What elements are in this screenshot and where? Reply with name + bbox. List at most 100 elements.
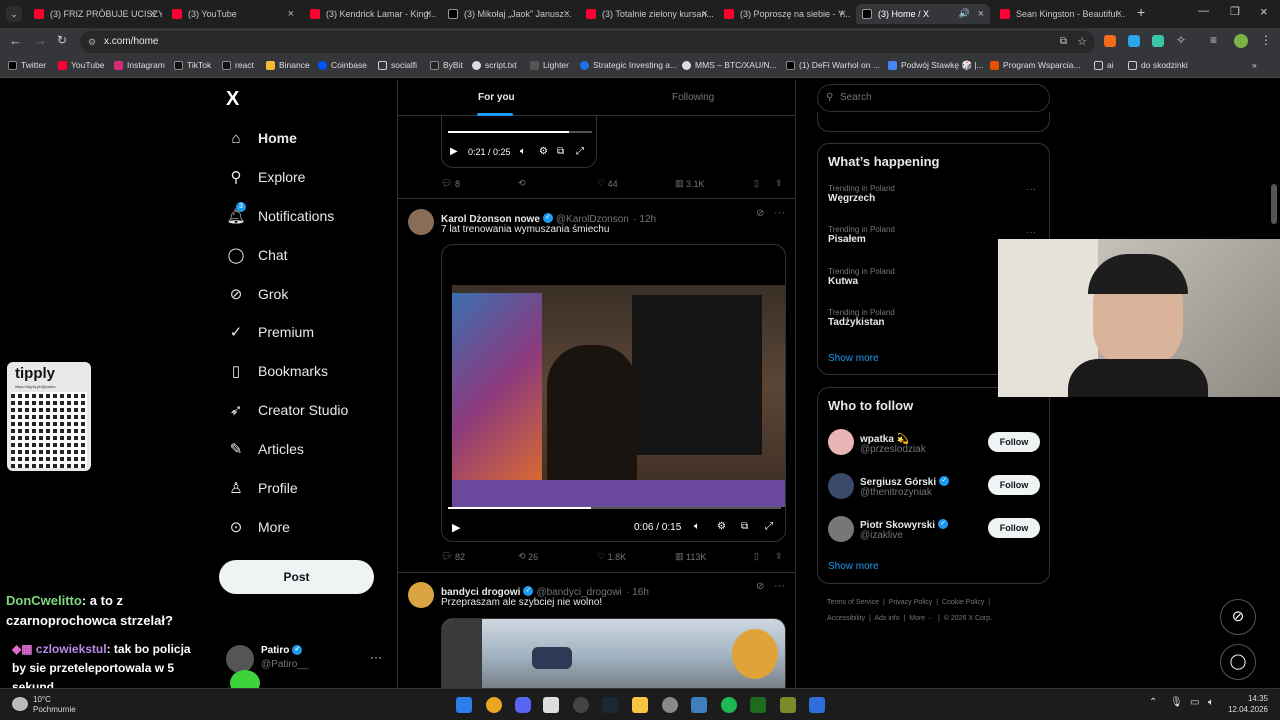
tab-following[interactable]: Following (672, 92, 714, 103)
avatar[interactable] (408, 582, 434, 608)
close-icon[interactable]: × (840, 8, 846, 20)
repost-button[interactable]: ⟲ 26 (518, 551, 538, 562)
tweet-image[interactable] (441, 618, 786, 688)
app-icon[interactable] (543, 697, 559, 713)
bookmark-item[interactable]: Program Wsparcia... (990, 60, 1080, 70)
messages-floating-button[interactable]: ◯ (1220, 644, 1256, 680)
window-close-button[interactable]: × (1260, 4, 1268, 19)
grok-floating-button[interactable]: ⊘ (1220, 599, 1256, 635)
browser-tab-active[interactable]: (3) Home / X 🔊 × (856, 4, 990, 24)
video-progress-track[interactable] (448, 507, 781, 509)
avatar[interactable] (226, 645, 254, 673)
bookmark-folder[interactable]: ai (1094, 60, 1114, 70)
mic-icon[interactable]: 🎙︎ (1170, 697, 1183, 708)
share-button[interactable]: ⇪ (775, 551, 783, 562)
views-button[interactable]: ▥ 113K (675, 551, 706, 562)
show-more-link[interactable]: Show more (828, 561, 879, 572)
tweet-menu-icon[interactable]: ··· (774, 580, 785, 592)
puzzle-icon[interactable]: ✧ (1176, 33, 1186, 47)
sidebar-item-notifications[interactable]: 🔔︎ 3 Notifications (226, 202, 334, 226)
app-icon[interactable] (750, 697, 766, 713)
close-icon[interactable]: × (288, 8, 294, 20)
volume-icon[interactable]: 🔈︎ (694, 521, 700, 532)
menu-list-icon[interactable]: ≡ (1210, 33, 1217, 47)
bookmark-item[interactable]: Instagram (114, 60, 165, 70)
sidebar-item-home[interactable]: ⌂ Home (226, 128, 296, 148)
app-icon[interactable] (809, 697, 825, 713)
clock-time[interactable]: 14:35 (1228, 694, 1268, 703)
browser-tab[interactable]: (3) Totalnie zielony kursan... × (580, 4, 714, 24)
sidebar-item-grok[interactable]: ⊘ Grok (226, 284, 289, 304)
url-bar[interactable]: ⚙ x.com/home ⧉ ☆ (80, 31, 1095, 53)
minimize-button[interactable]: — (1198, 5, 1209, 17)
bookmark-item[interactable]: YouTube (58, 60, 104, 70)
extension-icon[interactable] (1152, 35, 1164, 47)
trend-menu-icon[interactable]: ··· (1026, 184, 1036, 195)
sidebar-item-premium[interactable]: ✓ Premium (226, 322, 314, 342)
follow-button[interactable]: Follow (988, 518, 1040, 538)
reload-icon[interactable]: ↻ (57, 33, 67, 47)
sidebar-item-bookmarks[interactable]: ▯ Bookmarks (226, 361, 328, 381)
trend-item[interactable]: Trending in Poland Pisałem (828, 225, 895, 245)
sidebar-item-chat[interactable]: ◯ Chat (226, 245, 288, 265)
follow-button[interactable]: Follow (988, 432, 1040, 452)
app-icon[interactable] (691, 697, 707, 713)
steam-icon[interactable] (602, 697, 618, 713)
speaker-icon[interactable]: 🔊 (959, 8, 970, 19)
chrome-icon[interactable] (486, 697, 502, 713)
video-progress-track[interactable] (448, 131, 592, 133)
windows-start-icon[interactable] (456, 697, 472, 713)
account-name[interactable]: Patiro ✓ (261, 645, 305, 656)
bookmark-item[interactable]: TikTok (174, 60, 211, 70)
settings-icon[interactable]: ⚙ (717, 521, 726, 532)
close-icon[interactable]: × (978, 8, 984, 20)
browser-tab[interactable]: (3) YouTube × (166, 4, 300, 24)
bookmark-item[interactable]: Strategic Investing a... (580, 60, 677, 70)
star-icon[interactable]: ☆ (1077, 31, 1087, 53)
app-icon[interactable] (780, 697, 796, 713)
play-icon[interactable]: ▶ (452, 521, 460, 534)
trend-item[interactable]: Trending in Poland Węgrzech (828, 184, 895, 204)
footer-link[interactable]: Privacy Policy (889, 599, 933, 606)
sidebar-item-more[interactable]: ⊙ More (226, 517, 290, 537)
play-icon[interactable]: ▶ (450, 146, 458, 157)
bookmark-item[interactable]: ByBit (430, 60, 463, 70)
account-menu-icon[interactable]: ··· (370, 650, 382, 664)
bookmark-item[interactable]: Binance (266, 60, 310, 70)
follow-button[interactable]: Follow (988, 475, 1040, 495)
like-button[interactable]: ♡ 1.8K (597, 551, 626, 562)
trend-menu-icon[interactable]: ··· (1026, 227, 1036, 238)
app-icon[interactable] (662, 697, 678, 713)
post-button[interactable]: Post (219, 560, 374, 594)
avatar[interactable] (828, 429, 854, 455)
sidebar-item-creator-studio[interactable]: ➶ Creator Studio (226, 400, 349, 420)
repost-button[interactable]: ⟲ (518, 178, 526, 189)
footer-link[interactable]: Accessibility (827, 615, 865, 622)
scrollbar-thumb[interactable] (1271, 184, 1277, 224)
new-tab-button[interactable]: + (1137, 4, 1145, 20)
bookmark-folder[interactable]: socialfi (378, 60, 417, 70)
footer-link[interactable]: Ads info (874, 615, 899, 622)
sidebar-item-explore[interactable]: ⚲ Explore (226, 167, 306, 187)
pip-icon[interactable]: ⧉ (557, 146, 564, 157)
close-icon[interactable]: × (150, 8, 156, 20)
views-button[interactable]: ▥ 3.1K (675, 178, 705, 189)
like-button[interactable]: ♡ 44 (597, 178, 618, 189)
kebab-menu-icon[interactable]: ⋮ (1260, 33, 1272, 47)
footer-link[interactable]: Cookie Policy (942, 599, 984, 606)
video-player[interactable]: ▶ 0:21 / 0:25 🔈︎ ⚙ ⧉ ⤢ (441, 116, 597, 168)
search-input[interactable]: ⚲ Search (817, 84, 1050, 112)
extension-icon[interactable] (1104, 35, 1116, 47)
bookmark-item[interactable]: Lighter (530, 60, 569, 70)
folder-icon[interactable] (632, 697, 648, 713)
avatar[interactable] (408, 209, 434, 235)
bookmark-item[interactable]: (1) DeFi Warhol on ... (786, 60, 880, 70)
x-logo-icon[interactable]: X (226, 88, 239, 111)
pip-icon[interactable]: ⧉ (741, 521, 748, 532)
browser-tab[interactable]: (3) FRIZ PRÓBUJE UCISZY... × (28, 4, 162, 24)
close-icon[interactable]: × (426, 8, 432, 20)
browser-tab[interactable]: Sean Kingston - Beautiful... × (994, 4, 1128, 24)
bookmark-button[interactable]: ▯ (754, 551, 759, 562)
close-icon[interactable]: × (564, 8, 570, 20)
video-player[interactable]: ▶ 0:06 / 0:15 🔈︎ ⚙ ⧉ ⤢ (441, 244, 786, 542)
